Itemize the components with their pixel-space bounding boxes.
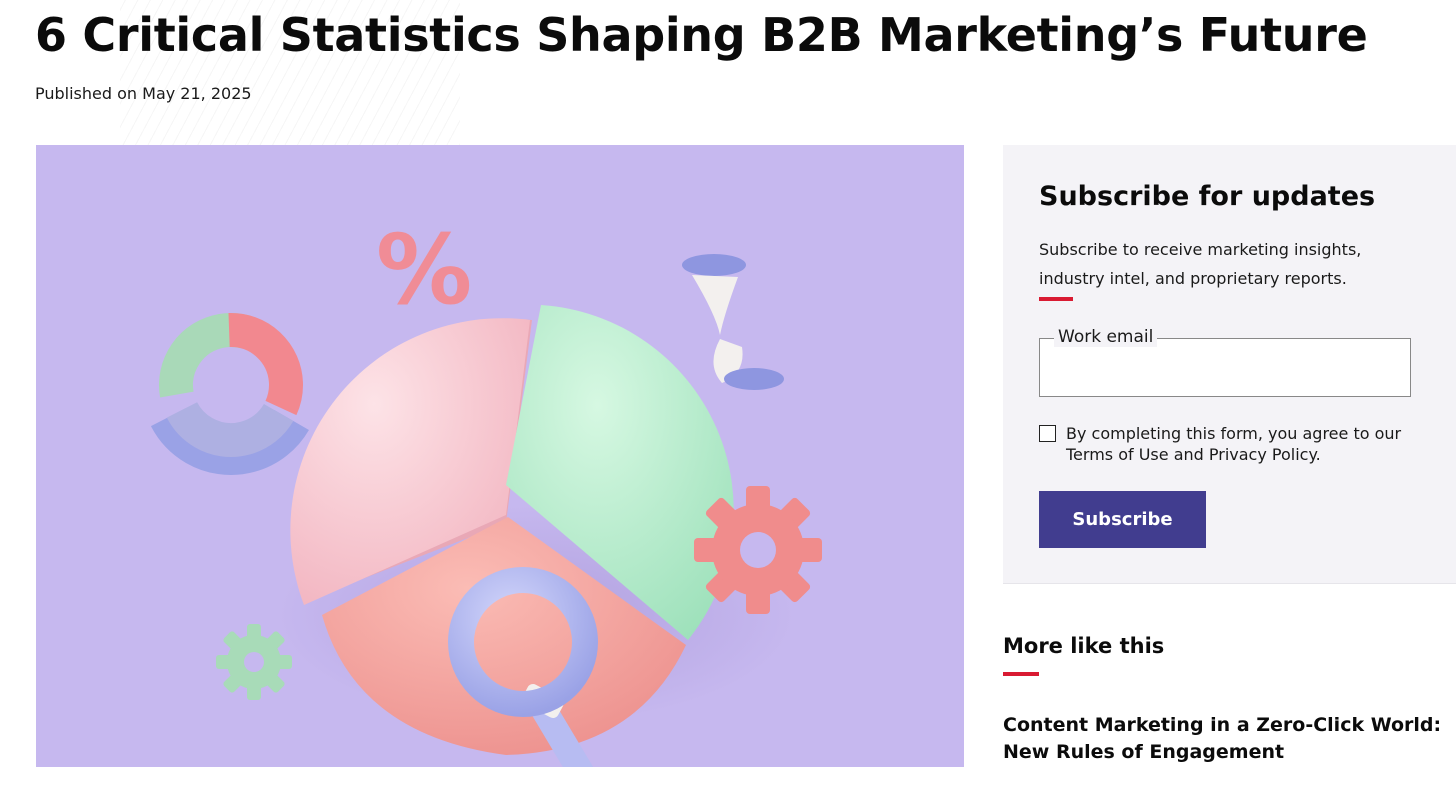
- publish-date: Published on May 21, 2025: [35, 84, 252, 103]
- more-like-this-heading: More like this: [1003, 634, 1165, 658]
- more-like-this-accent: [1003, 672, 1039, 676]
- article-title: 6 Critical Statistics Shaping B2B Market…: [35, 8, 1368, 62]
- donut-chart-icon: [141, 295, 321, 475]
- work-email-input[interactable]: [1040, 339, 1410, 396]
- accent-divider: [1039, 297, 1073, 301]
- subscribe-title: Subscribe for updates: [1039, 181, 1376, 212]
- hero-illustration: %: [141, 214, 822, 767]
- hourglass-icon: [682, 254, 784, 390]
- gear-icon-large: [694, 486, 822, 614]
- consent-text: By completing this form, you agree to ou…: [1066, 424, 1402, 464]
- subscribe-button[interactable]: Subscribe: [1039, 491, 1206, 548]
- gear-icon-small: [216, 624, 292, 700]
- subscribe-description: Subscribe to receive marketing insights,…: [1039, 240, 1362, 288]
- consent-checkbox[interactable]: [1039, 425, 1056, 442]
- related-article-link[interactable]: Content Marketing in a Zero-Click World:…: [1003, 712, 1443, 766]
- hero-image: %: [36, 145, 964, 767]
- subscribe-panel: Subscribe for updates Subscribe to recei…: [1003, 145, 1456, 584]
- work-email-field: Work email: [1039, 327, 1411, 397]
- percent-icon: %: [376, 214, 472, 326]
